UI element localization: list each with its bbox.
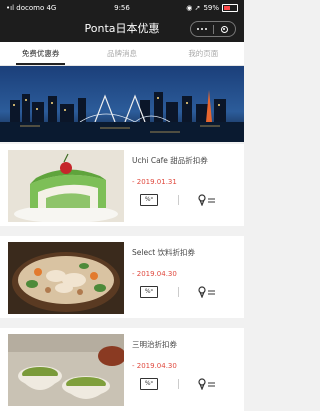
banner-image[interactable] xyxy=(0,66,244,142)
battery-fill xyxy=(224,6,230,10)
coupon-card[interactable]: Uchi Cafe 甜品折扣券 - 2019.01.31 %ᵒ xyxy=(0,144,244,226)
coupon-icon[interactable]: %ᵒ xyxy=(140,194,158,206)
coupon-image-drinks xyxy=(8,242,124,314)
coupon-title: Uchi Cafe 甜品折扣券 xyxy=(132,156,208,165)
map-pin-icon[interactable] xyxy=(198,194,216,206)
map-pin-icon[interactable] xyxy=(198,378,216,390)
coupon-card[interactable]: Select 饮料折扣券 - 2019.04.30 %ᵒ xyxy=(0,236,244,318)
battery-percent: 59% xyxy=(203,4,219,12)
action-divider xyxy=(178,195,179,205)
coupon-expiry-date: - 2019.04.30 xyxy=(132,362,177,370)
coupon-expiry-date: - 2019.01.31 xyxy=(132,178,177,186)
more-button[interactable] xyxy=(191,22,213,36)
coupon-icon[interactable]: %ᵒ xyxy=(140,286,158,298)
coupon-actions: %ᵒ xyxy=(132,286,224,300)
coupon-actions: %ᵒ xyxy=(132,194,224,208)
mini-program-capsule xyxy=(190,21,236,37)
tab-brand-news[interactable]: 品牌消息 xyxy=(81,42,162,65)
coupon-image-tea xyxy=(8,334,124,406)
more-dots-icon xyxy=(196,28,207,30)
target-icon xyxy=(220,25,228,33)
coupon-expiry-date: - 2019.04.30 xyxy=(132,270,177,278)
action-divider xyxy=(178,287,179,297)
coupon-card[interactable]: 三明治折扣券 - 2019.04.30 %ᵒ xyxy=(0,328,244,411)
coupon-title: Select 饮料折扣券 xyxy=(132,248,196,257)
tab-my-page[interactable]: 我的页面 xyxy=(163,42,244,65)
action-divider xyxy=(178,379,179,389)
status-right: ◉ ➚ 59% xyxy=(186,0,238,16)
location-icon: ◉ ➚ xyxy=(186,4,201,12)
coupon-actions: %ᵒ xyxy=(132,378,224,392)
status-bar: •ıl docomo 4G 9:56 ◉ ➚ 59% xyxy=(0,0,244,16)
coupon-icon[interactable]: %ᵒ xyxy=(140,378,158,390)
tab-bar: 免费优惠券 品牌消息 我的页面 xyxy=(0,42,244,66)
tab-free-coupons[interactable]: 免费优惠券 xyxy=(0,42,81,65)
battery-icon xyxy=(222,4,238,12)
map-pin-icon[interactable] xyxy=(198,286,216,298)
coupon-image-cake xyxy=(8,150,124,222)
coupon-title: 三明治折扣券 xyxy=(132,340,177,349)
nav-bar: Ponta日本优惠 xyxy=(0,16,244,42)
close-button[interactable] xyxy=(214,22,236,36)
